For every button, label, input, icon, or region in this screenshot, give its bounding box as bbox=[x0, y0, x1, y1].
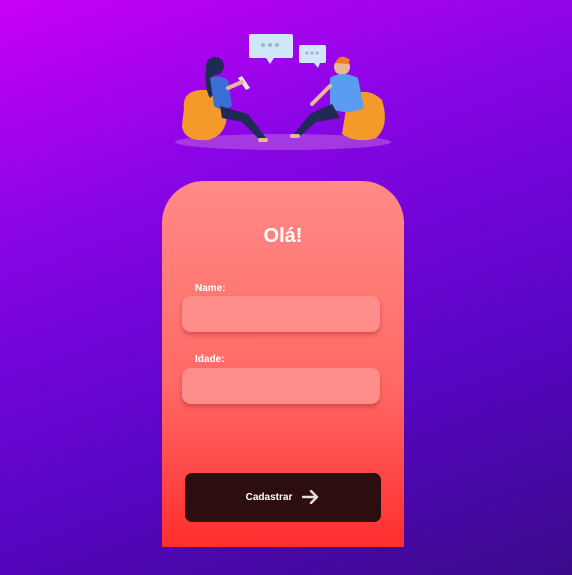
age-input[interactable] bbox=[182, 368, 380, 404]
age-label: Idade: bbox=[195, 354, 225, 365]
arrow-right-icon bbox=[302, 489, 320, 507]
greeting-title: Olá! bbox=[263, 225, 303, 247]
register-button[interactable]: Cadastrar bbox=[185, 473, 381, 522]
registration-card: Olá! Name: Idade: Cadastrar bbox=[162, 181, 404, 547]
chat-illustration bbox=[175, 34, 391, 150]
name-label: Name: bbox=[195, 283, 226, 294]
register-button-label: Cadastrar bbox=[245, 492, 293, 503]
name-input[interactable] bbox=[182, 296, 380, 332]
